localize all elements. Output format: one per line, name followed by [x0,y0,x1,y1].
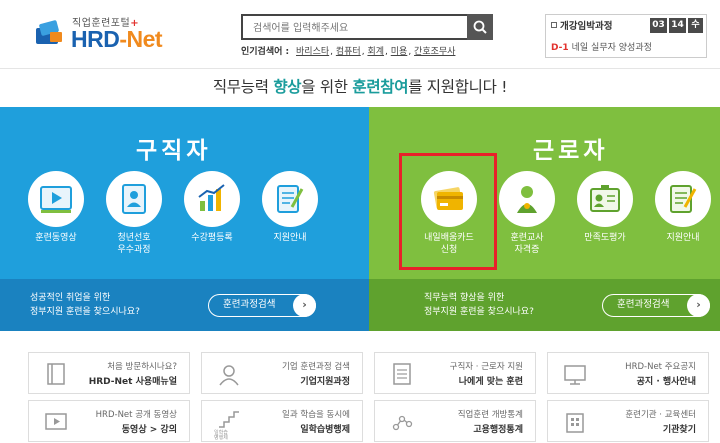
panel-title: 구직자 [136,138,212,164]
worker-support-guide-button[interactable] [655,171,711,227]
keyword-link[interactable]: 회계 [367,47,384,57]
quick-link-stats[interactable]: 직업훈련 개방통계 고용행정통계 [374,400,536,442]
popular-keywords: 인기검색어 : 바리스타, 컴퓨터, 회계, 미용, 간호조무사 [241,47,456,57]
tagline: 직무능력 향상을 위한 훈련참여를 지원합니다 ! [212,78,508,96]
header-divider [0,68,720,69]
youth-course-button[interactable] [106,171,162,227]
item-label: 청년선호 우수과정 [117,233,151,255]
course-search-button[interactable]: 훈련과정검색 › [602,293,710,317]
video-icon [40,186,72,213]
icon-caption: 일학습 병행제 [214,430,228,441]
document-pen-icon [670,185,697,213]
panel-bottom-bar: 성공적인 취업을 위한 정부지원 훈련을 찾으시나요? 훈련과정검색 › [0,279,369,331]
quick-link-title: HRD-Net 사용매뉴얼 [88,377,177,387]
popular-label: 인기검색어 : [241,47,290,57]
panel-title: 근로자 [533,138,609,164]
highlight-box [399,153,497,270]
quick-link-title: 일학습병행제 [300,425,350,435]
quick-link-subtitle: 일과 학습을 동시에 [282,410,350,420]
logo-title: HRD-Net [71,26,163,52]
quick-link-subtitle: HRD-Net 주요공지 [625,362,696,372]
trainer-license-button[interactable] [499,171,555,227]
hrd-net-logo[interactable]: 직업훈련포털+ HRD-Net [34,10,164,54]
id-card-icon [590,185,620,212]
site-header: 직업훈련포털+ HRD-Net 인기검색어 : 바리스타, 컴퓨터, 회계, 미… [0,0,720,68]
keyword-link[interactable]: 컴퓨터 [336,47,361,57]
notice-icon [564,365,586,385]
training-video-button[interactable] [28,171,84,227]
item-label: 훈련교사 자격증 [510,233,544,255]
search-input[interactable] [243,17,463,40]
teacher-icon [517,186,537,213]
manual-icon [47,363,65,385]
date-day: 14 [669,18,686,33]
date-month: 03 [650,18,667,33]
bottom-text: 직무능력 향상을 위한 정부지원 훈련을 찾으시나요? [424,293,534,317]
upcoming-course-item[interactable]: D-1 네일 실무자 양성과정 [551,40,652,53]
quick-link-title: 기관찾기 [662,425,696,435]
date-weekday: 수 [688,18,703,33]
quick-link-subtitle: 훈련기관 · 교육센터 [625,410,696,420]
quick-link-title: 공지 · 행사안내 [636,377,696,387]
person-card-icon [122,184,146,214]
quick-link-title: 고용행정통계 [473,425,523,435]
quick-link-title: 나에게 맞는 훈련 [458,377,523,387]
item-label: 훈련동영상 [35,233,77,243]
company-icon [219,365,239,386]
item-label: 지원안내 [273,233,307,243]
job-seeker-panel: 구직자 훈련동영상 청년선호 우수과정 수강평등록 지원안내 성공적인 취업을 … [0,107,369,331]
upcoming-course-title: 개강임박과정 [551,18,612,32]
quick-link-subtitle: 기업 훈련과정 검색 [282,362,350,372]
quick-links: 처음 방문하시나요? HRD-Net 사용매뉴얼 기업 훈련과정 검색 기업지원… [0,340,720,443]
quick-link-company[interactable]: 기업 훈련과정 검색 기업지원과정 [201,352,363,394]
bar-chart-icon [198,184,225,211]
document-pen-icon [277,185,304,213]
item-label: 수강평등록 [191,233,233,243]
chevron-right-icon: › [687,293,710,317]
quick-link-manual[interactable]: 처음 방문하시나요? HRD-Net 사용매뉴얼 [28,352,190,394]
building-icon [566,413,584,433]
bottom-text: 성공적인 취업을 위한 정부지원 훈련을 찾으시나요? [30,293,140,317]
quick-link-subtitle: 구직자 · 근로자 지원 [449,362,523,372]
satisfaction-survey-button[interactable] [577,171,633,227]
quick-link-work-study[interactable]: 일학습 병행제 일과 학습을 동시에 일학습병행제 [201,400,363,442]
quick-link-title: 기업지원과정 [300,377,350,387]
checklist-icon [393,363,411,385]
quick-link-video[interactable]: HRD-Net 공개 동영상 동영상 > 강의 [28,400,190,442]
quick-link-institution[interactable]: 훈련기관 · 교육센터 기관찾기 [547,400,709,442]
quick-link-subtitle: 처음 방문하시나요? [107,362,177,372]
support-guide-button[interactable] [262,171,318,227]
review-register-button[interactable] [184,171,240,227]
square-icon [551,22,557,28]
search-icon [473,20,487,34]
item-label: 지원안내 [666,233,700,243]
keyword-link[interactable]: 간호조무사 [414,47,455,57]
quick-link-subtitle: HRD-Net 공개 동영상 [95,410,177,420]
keyword-link[interactable]: 미용 [391,47,408,57]
quick-link-notice[interactable]: HRD-Net 주요공지 공지 · 행사안내 [547,352,709,394]
keyword-link[interactable]: 바리스타 [296,47,329,57]
quick-link-checklist[interactable]: 구직자 · 근로자 지원 나에게 맞는 훈련 [374,352,536,394]
chevron-right-icon: › [293,293,316,317]
item-label: 만족도평가 [584,233,626,243]
panel-bottom-bar: 직무능력 향상을 위한 정부지원 훈련을 찾으시나요? 훈련과정검색 › [369,279,720,331]
quick-link-subtitle: 직업훈련 개방통계 [457,410,523,420]
video-icon [45,413,67,430]
stats-icon [392,415,413,431]
quick-link-title: 동영상 > 강의 [121,425,177,435]
upcoming-course-box: 개강임박과정 03 14 수 D-1 네일 실무자 양성과정 [545,14,707,58]
search-button[interactable] [467,14,493,40]
course-search-button[interactable]: 훈련과정검색 › [208,293,316,317]
logo-emblem-icon [36,20,62,44]
search-box [241,14,493,40]
